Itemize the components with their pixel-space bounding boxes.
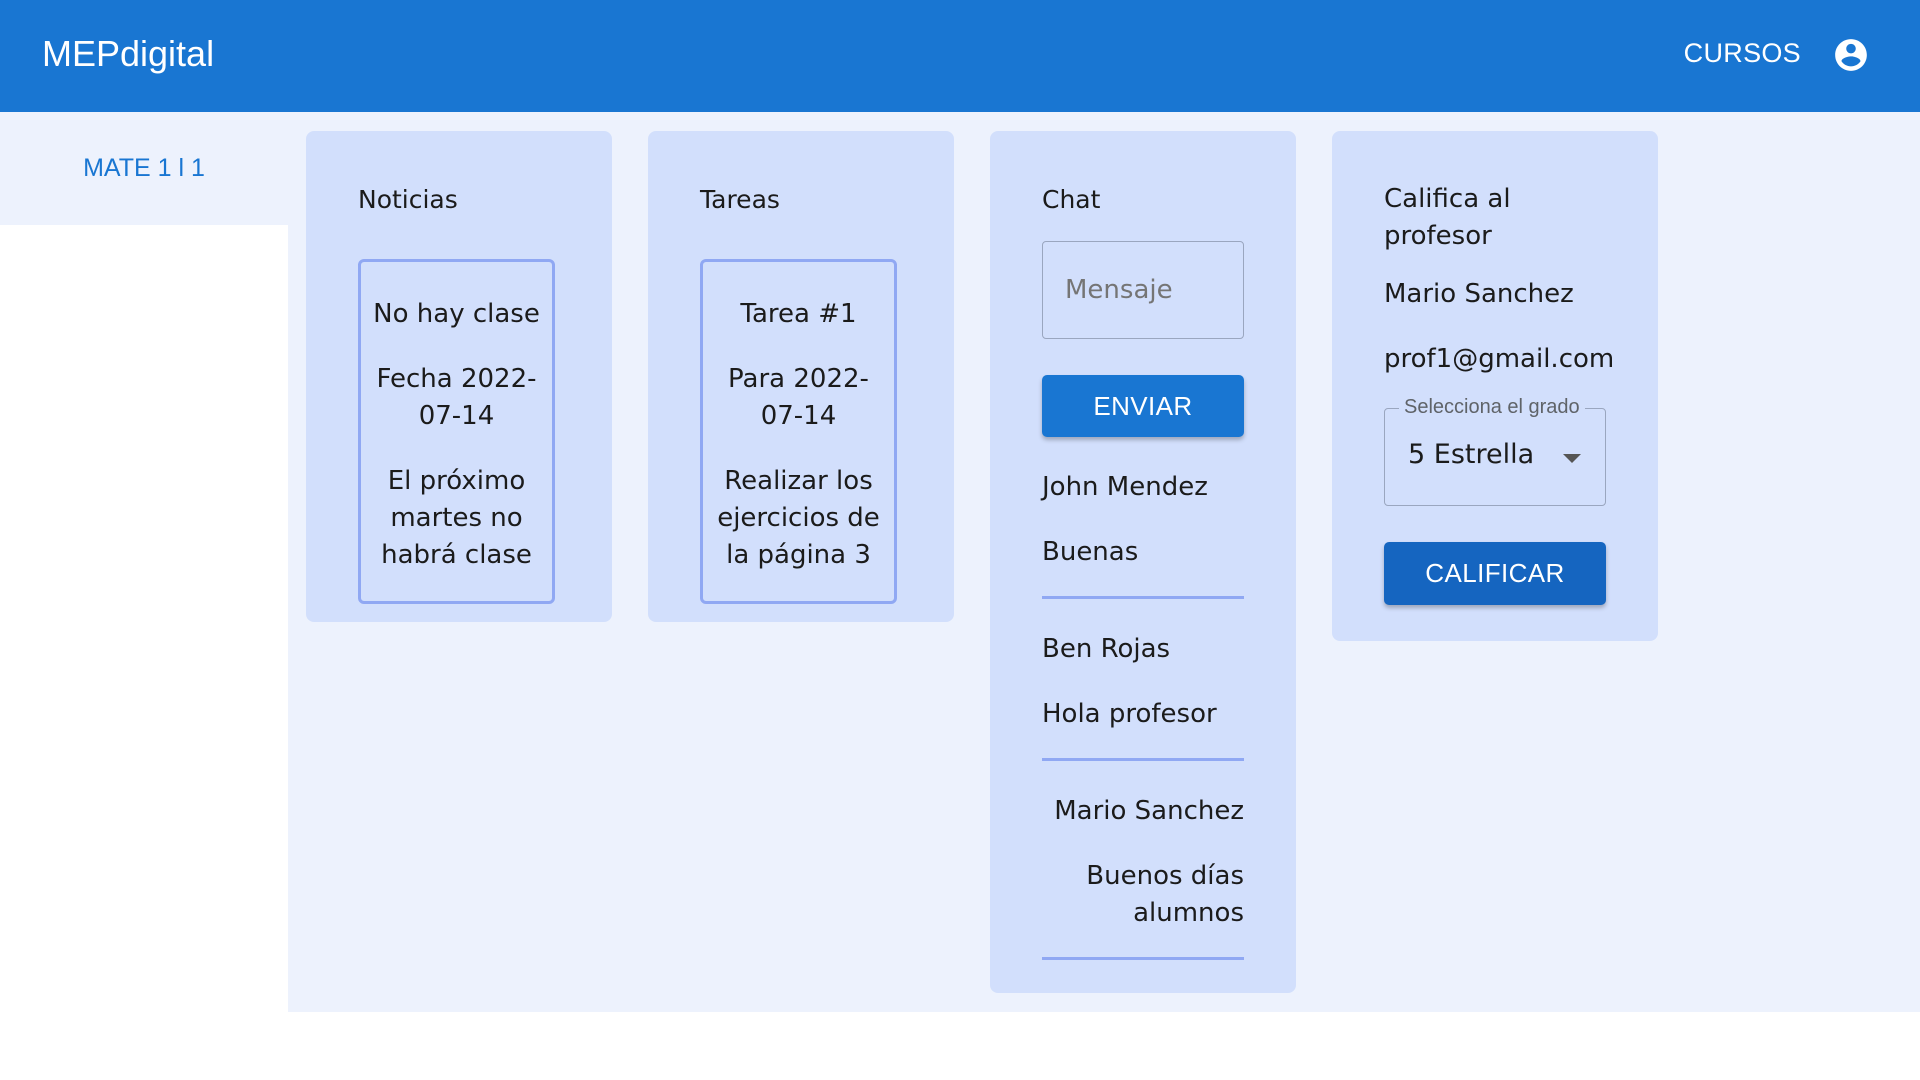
chat-message-author: John Mendez [1042,472,1208,502]
news-item: No hay clase Fecha 2022-07-14 El próximo… [358,259,555,604]
chat-divider [1042,957,1244,960]
teacher-email: prof1@gmail.com [1384,344,1615,374]
message-input[interactable] [1043,242,1223,338]
rate-button[interactable]: CALIFICAR [1384,542,1606,605]
news-title: Noticias [358,185,458,214]
sidebar: MATE 1 l 1 [0,112,288,225]
news-item-title: No hay clase [373,299,540,329]
chat-message: John Mendez Buenas [1042,469,1244,571]
dropdown-arrow-icon [1563,454,1581,463]
grade-select[interactable]: Selecciona el grado 5 Estrella [1384,395,1606,506]
chat-message-author: Ben Rojas [1042,634,1171,664]
chat-message-text: Buenos días alumnos [1086,861,1244,928]
message-field[interactable] [1042,241,1244,339]
task-item-body: Realizar los ejercicios de la página 3 [717,466,880,570]
task-item: Tarea #1 Para 2022-07-14 Realizar los ej… [700,259,897,604]
news-item-body: El próximo martes no habrá clase [381,466,532,570]
chat-card: Chat ENVIAR John Mendez Buenas Ben Rojas… [990,131,1296,993]
grade-select-value: 5 Estrella [1408,439,1535,470]
chat-message-text: Hola profesor [1042,699,1217,729]
task-item-title: Tarea #1 [740,299,857,329]
sidebar-item-course[interactable]: MATE 1 l 1 [0,112,288,225]
grade-select-label: Selecciona el grado [1399,395,1585,419]
app-bar: MEPdigital CURSOS [0,0,1920,112]
tasks-card: Tareas Tarea #1 Para 2022-07-14 Realizar… [648,131,954,622]
chat-message-author: Mario Sanchez [1054,796,1244,826]
rating-card: Califica al profesor Mario Sanchez prof1… [1332,131,1658,641]
nav-cursos-link[interactable]: CURSOS [1684,38,1801,69]
news-item-date: Fecha 2022-07-14 [376,364,537,431]
chat-message: Ben Rojas Hola profesor [1042,631,1244,733]
teacher-name: Mario Sanchez [1384,279,1574,309]
tasks-title: Tareas [700,185,780,214]
rating-title: Califica al profesor [1384,184,1511,251]
task-item-due: Para 2022-07-14 [728,364,869,431]
chat-title: Chat [1042,185,1101,214]
chat-message: Mario Sanchez Buenos días alumnos [1042,793,1244,933]
chat-divider [1042,758,1244,761]
chat-divider [1042,596,1244,599]
account-circle-icon[interactable] [1832,36,1870,74]
main-content: Noticias No hay clase Fecha 2022-07-14 E… [288,112,1920,1012]
brand-title[interactable]: MEPdigital [42,33,214,75]
send-button[interactable]: ENVIAR [1042,375,1244,437]
news-card: Noticias No hay clase Fecha 2022-07-14 E… [306,131,612,622]
chat-message-text: Buenas [1042,537,1139,567]
